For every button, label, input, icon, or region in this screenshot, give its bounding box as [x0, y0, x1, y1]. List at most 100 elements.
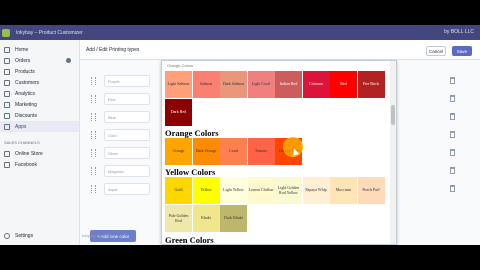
swatch-label: Moccasin	[335, 187, 352, 193]
top-bar: Inkybay – Product Customizer by BOLL LLC	[0, 25, 480, 40]
color-swatch[interactable]: Fire Brick	[357, 71, 385, 98]
swatch-label: Light Yellow	[223, 187, 244, 193]
color-swatch[interactable]: Crimson	[302, 71, 330, 98]
sidebar-item-orders[interactable]: Orders	[0, 55, 79, 66]
color-swatch[interactable]: Dark Salmon	[220, 71, 247, 98]
color-swatch[interactable]: Peach Puff	[357, 177, 385, 204]
home-icon	[4, 46, 10, 53]
drag-handle-icon[interactable]	[91, 149, 96, 157]
scrollbar-thumb[interactable]	[391, 105, 395, 125]
color-swatch[interactable]: Orange	[165, 138, 192, 165]
swatch-label: Indian Red	[279, 81, 298, 87]
sidebar-item-label: Orders	[15, 57, 31, 64]
orders-badge	[66, 58, 71, 63]
sidebar-item-label: Facebook	[15, 161, 37, 168]
color-swatch[interactable]: Yellow	[192, 177, 220, 204]
color-name-field[interactable]: Silver	[104, 147, 150, 159]
color-name-field[interactable]: Purple	[104, 75, 150, 87]
color-swatch[interactable]: Gold	[165, 177, 192, 204]
swatch-label: Salmon	[199, 81, 213, 87]
discount-icon	[4, 112, 10, 119]
trash-icon[interactable]	[450, 185, 455, 192]
swatch-label: Khaki	[201, 215, 211, 221]
swatch-label: Lemon Chiffon	[248, 187, 274, 193]
sidebar-item-customers[interactable]: Customers	[0, 77, 79, 88]
color-name-field[interactable]: Aqua	[104, 183, 150, 195]
color-name-field[interactable]: Blue	[104, 111, 150, 123]
gear-icon	[4, 233, 10, 239]
color-swatch[interactable]: Light Golden Rod Yellow	[275, 177, 302, 204]
sidebar-item-marketing[interactable]: Marketing	[0, 99, 79, 110]
color-name-field[interactable]: Magenta	[104, 165, 150, 177]
sidebar-item-facebook[interactable]: Facebook	[0, 159, 79, 170]
color-swatch[interactable]: Khaki	[192, 205, 220, 232]
save-button[interactable]: Save	[452, 46, 472, 56]
color-swatch[interactable]: Dark Red	[165, 99, 192, 126]
drag-handle-icon[interactable]	[91, 167, 96, 175]
color-swatch[interactable]: Lemon Chiffon	[247, 177, 275, 204]
sidebar-item-online-store[interactable]: Online Store	[0, 148, 79, 159]
swatch-label: Crimson	[309, 81, 323, 87]
swatch-label: Yellow	[200, 187, 212, 193]
sidebar-item-products[interactable]: Products	[0, 66, 79, 77]
sidebar-item-label: Discounts	[15, 112, 37, 119]
color-swatch[interactable]: Indian Red	[275, 71, 302, 98]
drag-handle-icon[interactable]	[91, 113, 96, 121]
drag-handle-icon[interactable]	[91, 185, 96, 193]
swatch-label: Light Salmon	[167, 81, 190, 87]
store-icon	[4, 150, 10, 157]
modal-title: Add / Edit Printing types	[86, 46, 140, 53]
color-swatch[interactable]: Dark Orange	[192, 138, 220, 165]
drag-handle-icon[interactable]	[91, 131, 96, 139]
color-swatch[interactable]: Tomato	[247, 138, 275, 165]
swatch-label: Light Golden Rod Yellow	[277, 184, 300, 195]
screen: Inkybay – Product Customizer by BOLL LLC…	[0, 0, 480, 270]
picker-scrollbar[interactable]	[390, 61, 396, 244]
trash-icon[interactable]	[450, 167, 455, 174]
trash-icon[interactable]	[450, 113, 455, 120]
sidebar-item-label: Settings	[15, 233, 34, 239]
chart-icon	[4, 90, 10, 97]
swatch-label: Peach Puff	[362, 187, 380, 193]
store-name[interactable]: by BOLL LLC	[444, 29, 474, 35]
sidebar-item-settings[interactable]: Settings	[4, 233, 33, 239]
sidebar-item-label: Online Store	[15, 150, 43, 157]
color-swatch[interactable]: Salmon	[192, 71, 220, 98]
swatch-label: Red	[340, 81, 347, 87]
color-swatch[interactable]: Light Coral	[247, 71, 275, 98]
drag-handle-icon[interactable]	[91, 77, 96, 85]
shopify-logo-icon[interactable]	[0, 25, 12, 40]
cancel-button[interactable]: Cancel	[426, 46, 446, 56]
sidebar-item-label: Marketing	[15, 101, 37, 108]
sidebar: Home Orders Products Customers Analytics…	[0, 40, 80, 245]
trash-icon[interactable]	[450, 131, 455, 138]
apps-icon	[4, 123, 10, 130]
color-swatch[interactable]: Dark Khaki	[220, 205, 247, 232]
sidebar-item-home[interactable]: Home	[0, 44, 79, 55]
color-swatch[interactable]: Papaya Whip	[302, 177, 330, 204]
trash-icon[interactable]	[450, 77, 455, 84]
group-title-green: Green Colors	[165, 235, 214, 245]
color-swatch[interactable]: Moccasin	[330, 177, 357, 204]
tag-icon	[4, 68, 10, 75]
color-name-field[interactable]: Gold	[104, 129, 150, 141]
sales-channels-title: SALES CHANNELS	[4, 140, 40, 145]
breadcrumb[interactable]: Inkybay – Product Customizer	[16, 30, 83, 36]
drag-handle-icon[interactable]	[91, 95, 96, 103]
color-swatch[interactable]: Light Yellow	[220, 177, 247, 204]
sidebar-item-analytics[interactable]: Analytics	[0, 88, 79, 99]
color-name-field[interactable]: Red	[104, 93, 150, 105]
sidebar-item-label: Products	[15, 68, 35, 75]
trash-icon[interactable]	[450, 95, 455, 102]
sidebar-item-apps[interactable]: Apps	[0, 121, 79, 132]
trash-icon[interactable]	[450, 149, 455, 156]
color-swatch[interactable]: Red	[330, 71, 357, 98]
swatch-label: Dark Salmon	[222, 81, 245, 87]
swatch-label: Pale Golden Rod	[168, 212, 189, 223]
color-swatch[interactable]: Light Salmon	[165, 71, 192, 98]
swatch-label: Dark Orange	[195, 148, 217, 154]
color-swatch[interactable]: Coral	[220, 138, 247, 165]
swatch-label: Gold	[174, 187, 183, 193]
sidebar-item-discounts[interactable]: Discounts	[0, 110, 79, 121]
color-swatch[interactable]: Pale Golden Rod	[165, 205, 192, 232]
